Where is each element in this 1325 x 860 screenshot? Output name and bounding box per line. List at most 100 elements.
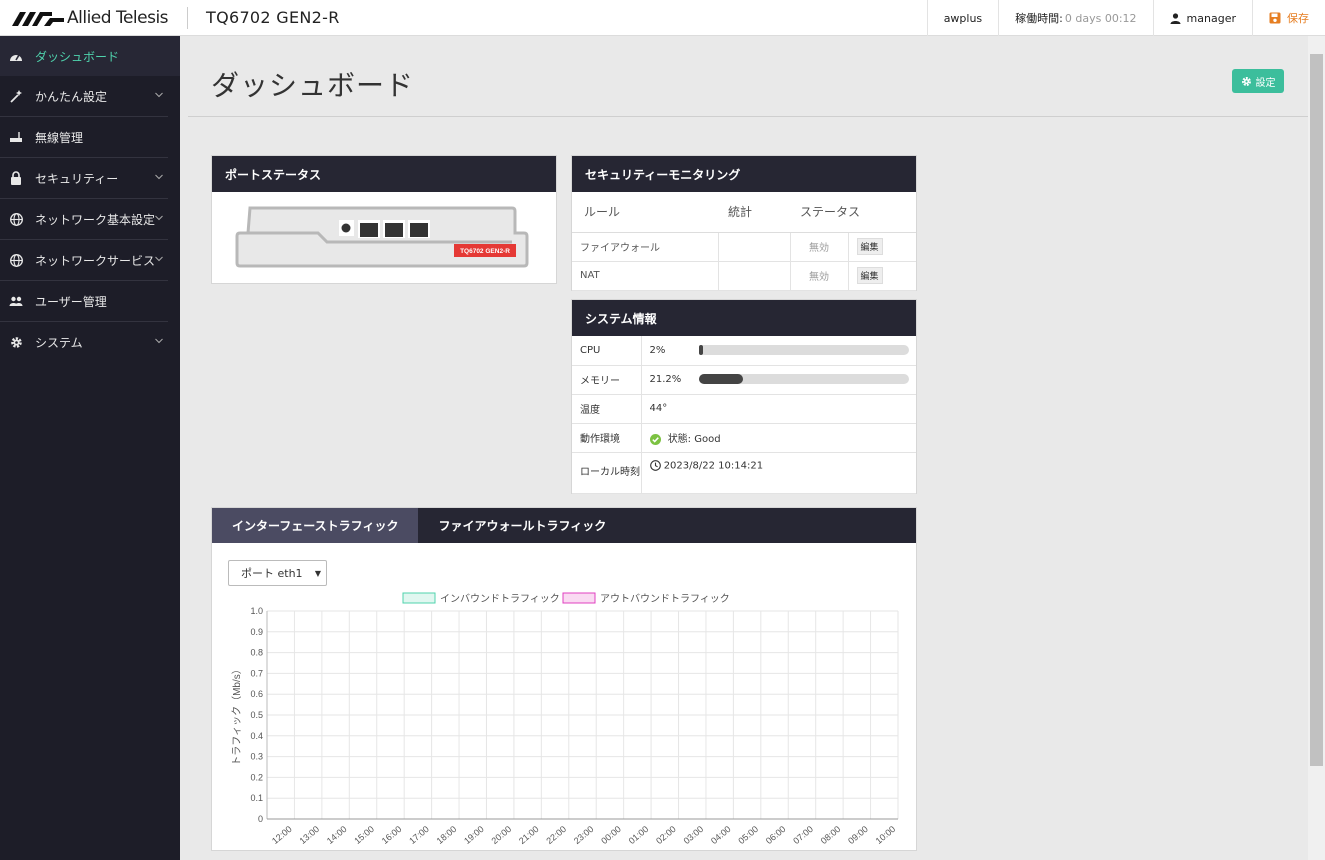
x-tick-label: 01:00 — [627, 824, 651, 846]
rule-name: ファイアウォール — [572, 232, 719, 262]
traffic-panel: インターフェーストラフィック ファイアウォールトラフィック ポート eth1 ▼… — [211, 507, 917, 851]
x-tick-label: 17:00 — [407, 824, 431, 846]
x-tick-label: 12:00 — [270, 824, 294, 846]
check-circle-icon — [649, 433, 661, 445]
x-tick-label: 15:00 — [352, 824, 376, 846]
uptime-value: 0 days 00:12 — [1064, 11, 1137, 25]
rule-status: 無効 — [790, 232, 849, 262]
sidebar-item-label: ネットワークサービス — [35, 253, 156, 268]
legend-swatch — [562, 592, 596, 604]
table-row: ファイアウォール 無効 編集 — [572, 232, 916, 262]
dashboard-settings-button[interactable]: 設定 — [1232, 69, 1284, 93]
device-diagram: TQ6702 GEN2-R — [235, 206, 529, 268]
x-tick-label: 20:00 — [490, 824, 514, 846]
security-monitoring-panel: セキュリティーモニタリング ルール 統計 ステータス ファイアウォール 無効 編… — [571, 155, 917, 291]
tab-firewall-traffic[interactable]: ファイアウォールトラフィック — [418, 508, 626, 543]
sidebar-item-network-basic[interactable]: ネットワーク基本設定 — [0, 199, 180, 239]
table-row: メモリー 21.2% — [572, 365, 916, 395]
memory-label: メモリー — [572, 365, 642, 395]
page-title: ダッシュボード — [211, 69, 415, 102]
brand-logo[interactable]: Allied Telesis — [0, 0, 187, 36]
sidebar-item-security[interactable]: セキュリティー — [0, 158, 180, 198]
legend-label: インバウンドトラフィック — [440, 593, 560, 605]
cpu-value: 2% — [649, 344, 666, 356]
rule-status: 無効 — [790, 261, 849, 291]
chevron-down-icon — [155, 338, 163, 344]
cpu-usage-fill — [698, 344, 703, 355]
table-row: NAT 無効 編集 — [572, 261, 916, 291]
x-tick-label: 13:00 — [297, 824, 321, 846]
hostname: awplus — [926, 0, 998, 36]
memory-usage-bar — [698, 374, 909, 384]
product-name: TQ6702 GEN2-R — [206, 8, 340, 27]
sidebar-item-network-services[interactable]: ネットワークサービス — [0, 240, 180, 280]
clock-icon — [649, 459, 661, 471]
sidebar-item-label: ダッシュボード — [35, 49, 120, 64]
x-tick-label: 09:00 — [846, 824, 870, 846]
system-info-panel: システム情報 CPU 2% メモリー 21.2% 温度 44° 動作環境 状態:… — [571, 299, 917, 494]
x-tick-label: 02:00 — [654, 824, 678, 846]
chevron-down-icon — [155, 215, 163, 221]
dashboard-icon — [9, 49, 23, 63]
traffic-tabs: インターフェーストラフィック ファイアウォールトラフィック — [212, 508, 916, 543]
port-3[interactable] — [410, 223, 428, 237]
x-tick-label: 05:00 — [736, 824, 760, 846]
temperature-value: 44° — [641, 394, 916, 424]
rule-stat — [718, 232, 791, 262]
settings-label: 設定 — [1255, 77, 1276, 89]
local-time-value: 2023/8/22 10:14:21 — [663, 460, 764, 471]
save-button[interactable]: 保存 — [1252, 0, 1325, 36]
x-tick-label: 19:00 — [462, 824, 486, 846]
y-tick-label: 0.4 — [250, 731, 263, 741]
x-tick-label: 04:00 — [709, 824, 733, 846]
y-tick-label: 0.9 — [250, 627, 263, 637]
cpu-label: CPU — [572, 336, 642, 366]
sidebar-item-dashboard[interactable]: ダッシュボード — [0, 36, 180, 76]
sidebar-item-label: ネットワーク基本設定 — [35, 212, 156, 227]
y-tick-label: 0.2 — [250, 772, 263, 782]
system-info-table: CPU 2% メモリー 21.2% 温度 44° 動作環境 状態: Good ロ… — [572, 336, 916, 494]
save-label: 保存 — [1287, 12, 1309, 25]
y-tick-label: 0.3 — [250, 752, 263, 762]
brand-name: Allied Telesis — [67, 7, 169, 28]
environment-value: 状態: Good — [667, 434, 721, 445]
uptime-label: 稼働時間: — [1015, 12, 1063, 25]
cpu-usage-bar — [698, 344, 909, 355]
wireless-icon — [9, 130, 23, 144]
sidebar-item-label: セキュリティー — [35, 171, 119, 186]
sidebar-item-wireless[interactable]: 無線管理 — [0, 117, 180, 157]
x-tick-label: 18:00 — [435, 824, 459, 846]
y-tick-label: 0.8 — [250, 648, 263, 658]
sidebar-item-user-management[interactable]: ユーザー管理 — [0, 281, 180, 321]
page-scrollbar-thumb[interactable] — [1310, 54, 1323, 766]
sidebar-item-easy-setup[interactable]: かんたん設定 — [0, 76, 180, 116]
user-menu[interactable]: manager — [1152, 0, 1252, 36]
globe-icon — [9, 253, 23, 267]
sidebar-item-label: システム — [35, 335, 83, 350]
device-label-text: TQ6702 GEN2-R — [460, 248, 510, 255]
x-tick-label: 07:00 — [791, 824, 815, 846]
y-tick-label: 0.6 — [250, 689, 263, 699]
x-tick-label: 16:00 — [380, 824, 404, 846]
header-divider — [187, 6, 188, 29]
users-icon — [9, 294, 23, 308]
table-row: 温度 44° — [572, 394, 916, 424]
port-status-panel: ポートステータス TQ6702 GEN2-R — [211, 155, 557, 284]
x-tick-label: 10:00 — [874, 824, 898, 846]
legend-label: アウトバウンドトラフィック — [600, 593, 730, 605]
tab-interface-traffic[interactable]: インターフェーストラフィック — [212, 508, 419, 543]
port-2[interactable] — [385, 223, 403, 237]
chevron-down-icon — [155, 174, 163, 180]
table-row: CPU 2% — [572, 336, 916, 366]
sidebar-item-system[interactable]: システム — [0, 322, 180, 362]
user-name: manager — [1186, 11, 1236, 25]
gear-icon — [1241, 76, 1251, 86]
port-1[interactable] — [360, 223, 378, 237]
x-tick-label: 22:00 — [544, 824, 568, 846]
edit-button[interactable]: 編集 — [856, 238, 883, 255]
security-monitoring-title: セキュリティーモニタリング — [572, 156, 916, 192]
floppy-disk-icon — [1269, 12, 1281, 24]
header-status-area: awplus 稼働時間: 0 days 00:12 manager 保存 — [926, 0, 1325, 36]
x-tick-label: 21:00 — [517, 824, 541, 846]
edit-button[interactable]: 編集 — [856, 267, 883, 284]
